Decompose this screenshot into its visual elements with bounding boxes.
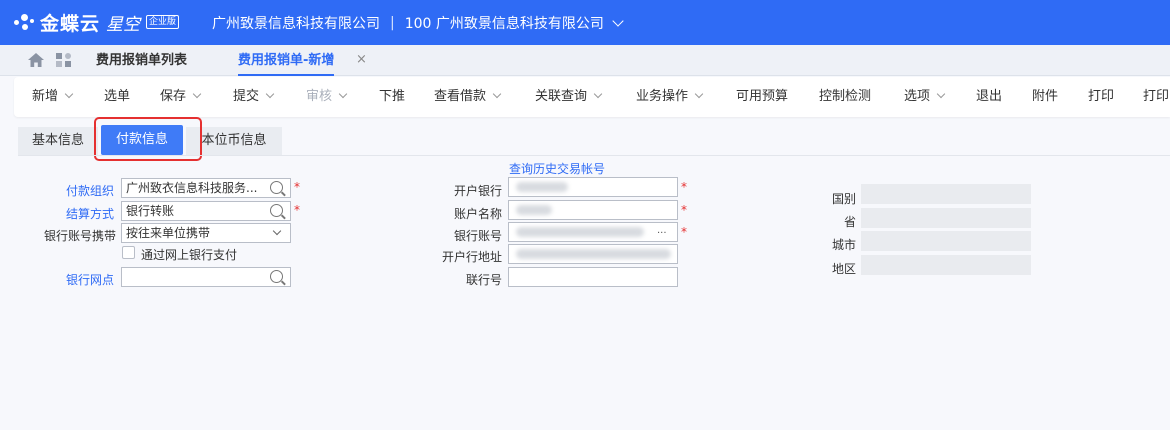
company-name: 广州致景信息科技有限公司	[212, 16, 380, 32]
logo-dots-icon	[14, 11, 36, 33]
home-icon[interactable]	[28, 53, 44, 67]
print-button-2[interactable]: 打印	[1143, 77, 1169, 117]
tab-basic-info[interactable]: 基本信息	[18, 127, 98, 155]
required-mark: *	[294, 203, 300, 217]
view-loan-button[interactable]: 查看借款	[434, 77, 502, 117]
redacted-value	[516, 182, 568, 192]
more-button[interactable]: ...	[657, 225, 667, 236]
tab-expense-new[interactable]: 费用报销单-新增	[238, 45, 335, 76]
toolbar: 新增 选单 保存 提交 审核 下推 查看借款 关联查询 业务操作 可用预算 控制…	[14, 77, 1170, 117]
new-button[interactable]: 新增	[32, 77, 74, 117]
push-down-button[interactable]: 下推	[379, 77, 405, 117]
settlement-label[interactable]: 结算方式	[66, 205, 114, 222]
edition-badge: 企业版	[146, 15, 180, 29]
app-header: 金蝶云 星空 企业版 广州致景信息科技有限公司 | 100 广州致景信息科技有限…	[0, 0, 1170, 45]
apps-grid-icon[interactable]	[56, 53, 72, 67]
account-carry-label: 银行账号携带	[44, 229, 117, 243]
union-no-field[interactable]	[508, 267, 678, 287]
city-label: 城市	[832, 238, 857, 252]
options-button[interactable]: 选项	[904, 77, 946, 117]
select-button[interactable]: 选单	[104, 77, 130, 117]
account-no-label: 银行账号	[454, 229, 503, 243]
kingdee-logo[interactable]: 金蝶云 星空 企业版	[14, 9, 180, 35]
submit-button[interactable]: 提交	[233, 77, 275, 117]
redacted-value	[516, 227, 644, 237]
history-account-link[interactable]: 查询历史交易帐号	[509, 160, 605, 177]
branch-label[interactable]: 银行网点	[66, 271, 114, 288]
union-no-label: 联行号	[466, 273, 503, 287]
chevron-down-icon	[694, 89, 704, 99]
tab-expense-list[interactable]: 费用报销单列表	[96, 45, 187, 76]
required-mark: *	[681, 180, 687, 194]
control-check-button[interactable]: 控制检测	[819, 77, 871, 117]
chevron-down-icon	[338, 89, 348, 99]
search-icon[interactable]	[270, 270, 283, 283]
separator: |	[390, 15, 395, 31]
redacted-value	[516, 249, 671, 259]
chevron-down-icon	[593, 89, 603, 99]
required-mark: *	[681, 203, 687, 217]
city-field	[861, 231, 1031, 251]
print-button[interactable]: 打印	[1088, 77, 1114, 117]
online-pay-checkbox[interactable]	[122, 246, 135, 259]
district-field	[861, 255, 1031, 275]
divider	[18, 155, 1170, 156]
district-label: 地区	[832, 262, 857, 276]
account-carry-select[interactable]: 按往来单位携带	[121, 223, 291, 243]
close-icon[interactable]: ×	[356, 52, 367, 67]
chevron-down-icon	[64, 89, 74, 99]
redacted-value	[516, 205, 552, 215]
country-label: 国别	[832, 192, 857, 206]
pay-org-label[interactable]: 付款组织	[66, 182, 114, 199]
page-tabs: 费用报销单列表 费用报销单-新增 ×	[0, 45, 1170, 76]
org-switcher[interactable]: 广州致景信息科技有限公司 | 100 广州致景信息科技有限公司	[212, 13, 624, 33]
brand-name: 金蝶云	[40, 12, 101, 35]
available-budget-button[interactable]: 可用预算	[736, 77, 788, 117]
province-label: 省	[844, 215, 857, 229]
country-field	[861, 184, 1031, 204]
chevron-down-icon	[936, 89, 946, 99]
chevron-down-icon[interactable]	[612, 15, 624, 27]
product-name: 星空	[106, 14, 141, 35]
pay-org-field[interactable]: 广州致衣信息科技服务...	[121, 178, 291, 198]
chevron-down-icon	[192, 89, 202, 99]
branch-field[interactable]	[121, 267, 291, 287]
audit-button[interactable]: 审核	[306, 77, 348, 117]
bank-address-label: 开户行地址	[442, 250, 503, 264]
search-icon[interactable]	[270, 204, 283, 217]
required-mark: *	[294, 180, 300, 194]
chevron-down-icon	[265, 89, 275, 99]
bank-label: 开户银行	[454, 184, 503, 198]
online-pay-label[interactable]: 通过网上银行支付	[141, 246, 237, 263]
save-button[interactable]: 保存	[160, 77, 202, 117]
chevron-down-icon	[492, 89, 502, 99]
required-mark: *	[681, 225, 687, 239]
attachment-button[interactable]: 附件	[1032, 77, 1058, 117]
business-ops-button[interactable]: 业务操作	[636, 77, 704, 117]
account-name-label: 账户名称	[454, 207, 503, 221]
current-org: 100 广州致景信息科技有限公司	[404, 16, 604, 32]
settlement-field[interactable]: 银行转账	[121, 201, 291, 221]
search-icon[interactable]	[270, 181, 283, 194]
exit-button[interactable]: 退出	[976, 77, 1002, 117]
related-query-button[interactable]: 关联查询	[535, 77, 603, 117]
province-field	[861, 208, 1031, 228]
